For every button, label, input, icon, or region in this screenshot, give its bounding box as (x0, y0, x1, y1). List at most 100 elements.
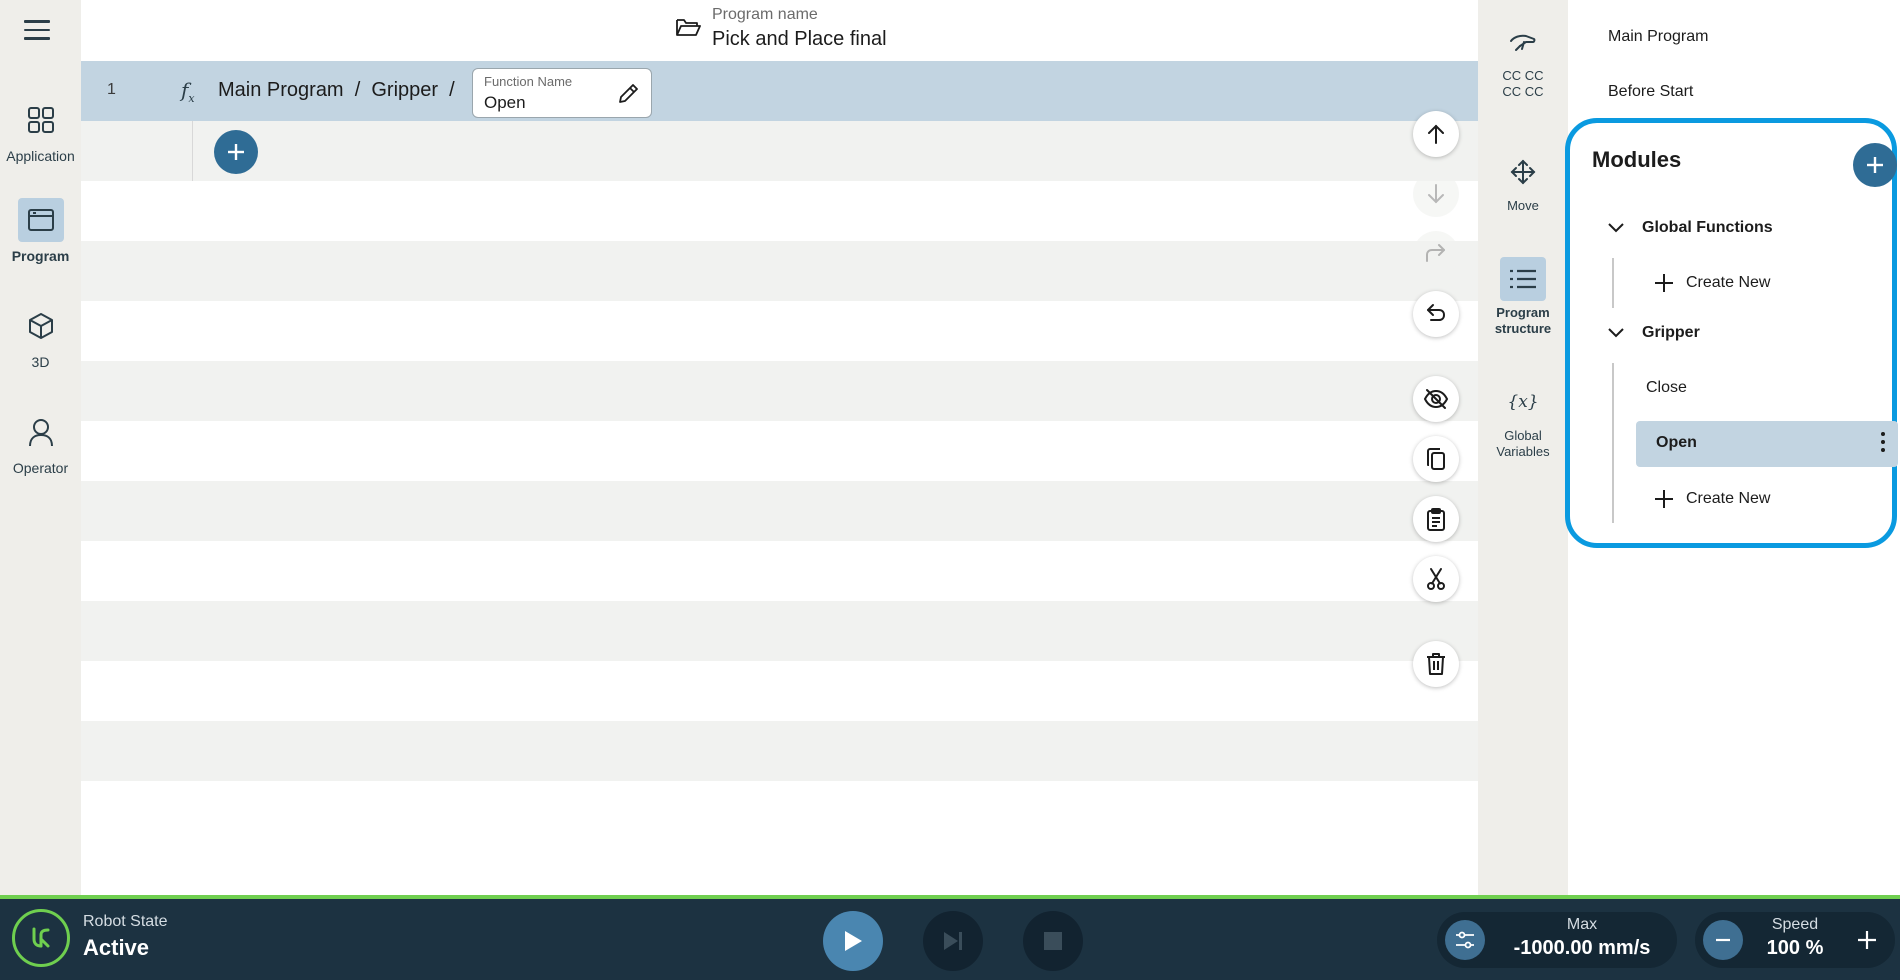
copy-icon (1427, 448, 1445, 470)
delete-button[interactable] (1413, 641, 1459, 687)
nav-program[interactable]: Program (0, 198, 81, 264)
hamburger-menu-icon[interactable] (24, 20, 50, 42)
empty-row (81, 421, 1478, 481)
modules-section: Modules Global Functions Create New Grip… (1565, 118, 1898, 548)
status-bar: Robot State Active Max -1000.00 mm/s Spe… (0, 895, 1900, 980)
grid-icon (18, 98, 64, 142)
speed-increase-button[interactable] (1847, 920, 1887, 960)
list-icon (1500, 257, 1546, 301)
add-module-button[interactable] (1853, 143, 1897, 187)
paste-button[interactable] (1413, 496, 1459, 542)
tool-global-variables[interactable]: {x} Global Variables (1478, 380, 1568, 460)
empty-row (81, 541, 1478, 601)
program-header: Program name Pick and Place final (81, 0, 1478, 61)
copy-button[interactable] (1413, 436, 1459, 482)
empty-row (81, 361, 1478, 421)
move-up-button[interactable] (1413, 111, 1459, 157)
arrow-up-icon (1428, 124, 1444, 144)
global-functions-group[interactable]: Global Functions (1608, 219, 1773, 237)
hide-button[interactable] (1413, 376, 1459, 422)
modules-title: Modules (1592, 147, 1682, 172)
chevron-down-icon (1608, 223, 1624, 233)
minus-icon (1716, 938, 1730, 942)
stop-button[interactable] (1023, 911, 1083, 971)
variable-icon: {x} (1507, 392, 1539, 412)
nav-3d-label: 3D (31, 354, 50, 370)
line-number: 1 (107, 81, 116, 98)
gripper-group[interactable]: Gripper (1608, 324, 1700, 342)
move-arrows-icon (1500, 150, 1546, 194)
function-icon: fx (181, 78, 195, 105)
nav-operator[interactable]: Operator (0, 410, 81, 476)
function-name-field[interactable]: Function Name Open (472, 68, 652, 118)
step-button[interactable] (923, 911, 983, 971)
max-speed-pill: Max -1000.00 mm/s (1437, 912, 1677, 968)
indent-divider (192, 121, 193, 181)
max-label: Max (1566, 916, 1598, 933)
arrow-down-icon (1428, 184, 1444, 204)
empty-row (81, 721, 1478, 781)
plus-icon (1867, 157, 1883, 173)
tree-guide-line (1612, 258, 1614, 308)
nav-3d[interactable]: 3D (0, 304, 81, 370)
max-value: -1000.00 mm/s (1513, 937, 1651, 959)
clipboard-icon (1427, 508, 1445, 531)
speed-settings-button[interactable] (1445, 920, 1485, 960)
program-line-1[interactable]: 1 fx Main Program / Gripper / Function N… (81, 61, 1478, 121)
tool-move-label: Move (1507, 198, 1539, 213)
kebab-menu-icon[interactable] (1878, 432, 1888, 456)
trash-icon (1427, 653, 1445, 675)
pencil-icon[interactable] (617, 81, 641, 110)
program-tree: 1 fx Main Program / Gripper / Function N… (81, 61, 1478, 895)
create-new-global-function[interactable]: Create New (1654, 273, 1770, 293)
robot-state-value: Active (83, 935, 150, 960)
tree-guide-line (1612, 363, 1614, 523)
redo-icon (1426, 244, 1445, 262)
empty-row (81, 481, 1478, 541)
window-icon (17, 198, 64, 242)
move-down-button[interactable] (1413, 171, 1459, 217)
empty-row (81, 241, 1478, 301)
undo-icon (1427, 304, 1445, 321)
speed-label: Speed (1771, 916, 1819, 933)
nav-application[interactable]: Application (0, 98, 81, 164)
program-name[interactable]: Pick and Place final (712, 28, 887, 51)
main-program-item[interactable]: Main Program (1608, 28, 1708, 46)
tool-move[interactable]: Move (1478, 150, 1568, 214)
side-toolbar: CC CC CC CC Move Program structure {x} Glo… (1478, 0, 1568, 895)
create-new-gripper-function[interactable]: Create New (1654, 489, 1770, 509)
speed-pill: Speed 100 % (1695, 912, 1895, 968)
function-open-label: Open (1656, 434, 1697, 451)
play-button[interactable] (823, 911, 883, 971)
eye-off-icon (1423, 389, 1449, 409)
play-icon (845, 931, 862, 951)
function-close[interactable]: Close (1646, 379, 1687, 397)
before-start-item[interactable]: Before Start (1608, 83, 1693, 101)
program-line-add (81, 121, 1478, 181)
left-navigation: Application Program 3D Operator (0, 0, 81, 895)
person-icon (18, 410, 64, 454)
nav-application-label: Application (6, 148, 75, 164)
empty-row (81, 301, 1478, 361)
speed-decrease-button[interactable] (1703, 920, 1743, 960)
tool-program-structure-label: Program structure (1494, 305, 1552, 336)
function-name-value: Open (484, 93, 526, 112)
tool-global-variables-label: Global Variables (1496, 428, 1550, 459)
function-open-selected[interactable]: Open (1636, 421, 1898, 467)
tool-cc-label: CC CC CC CC (1502, 68, 1544, 99)
cut-button[interactable] (1413, 556, 1459, 602)
add-node-button[interactable] (214, 130, 258, 174)
redo-button[interactable] (1413, 231, 1459, 277)
nav-program-label: Program (11, 248, 70, 264)
program-name-label: Program name (712, 6, 818, 23)
empty-row (81, 601, 1478, 661)
plus-icon (1858, 931, 1876, 949)
ur-logo-icon[interactable] (12, 909, 70, 967)
plus-icon (1655, 490, 1673, 508)
undo-button[interactable] (1413, 291, 1459, 337)
function-breadcrumb: Main Program / Gripper / (218, 79, 455, 101)
folder-open-icon[interactable] (675, 16, 701, 43)
hand-icon (1500, 20, 1546, 64)
tool-program-structure[interactable]: Program structure (1478, 257, 1568, 337)
tool-cc[interactable]: CC CC CC CC (1478, 20, 1568, 100)
